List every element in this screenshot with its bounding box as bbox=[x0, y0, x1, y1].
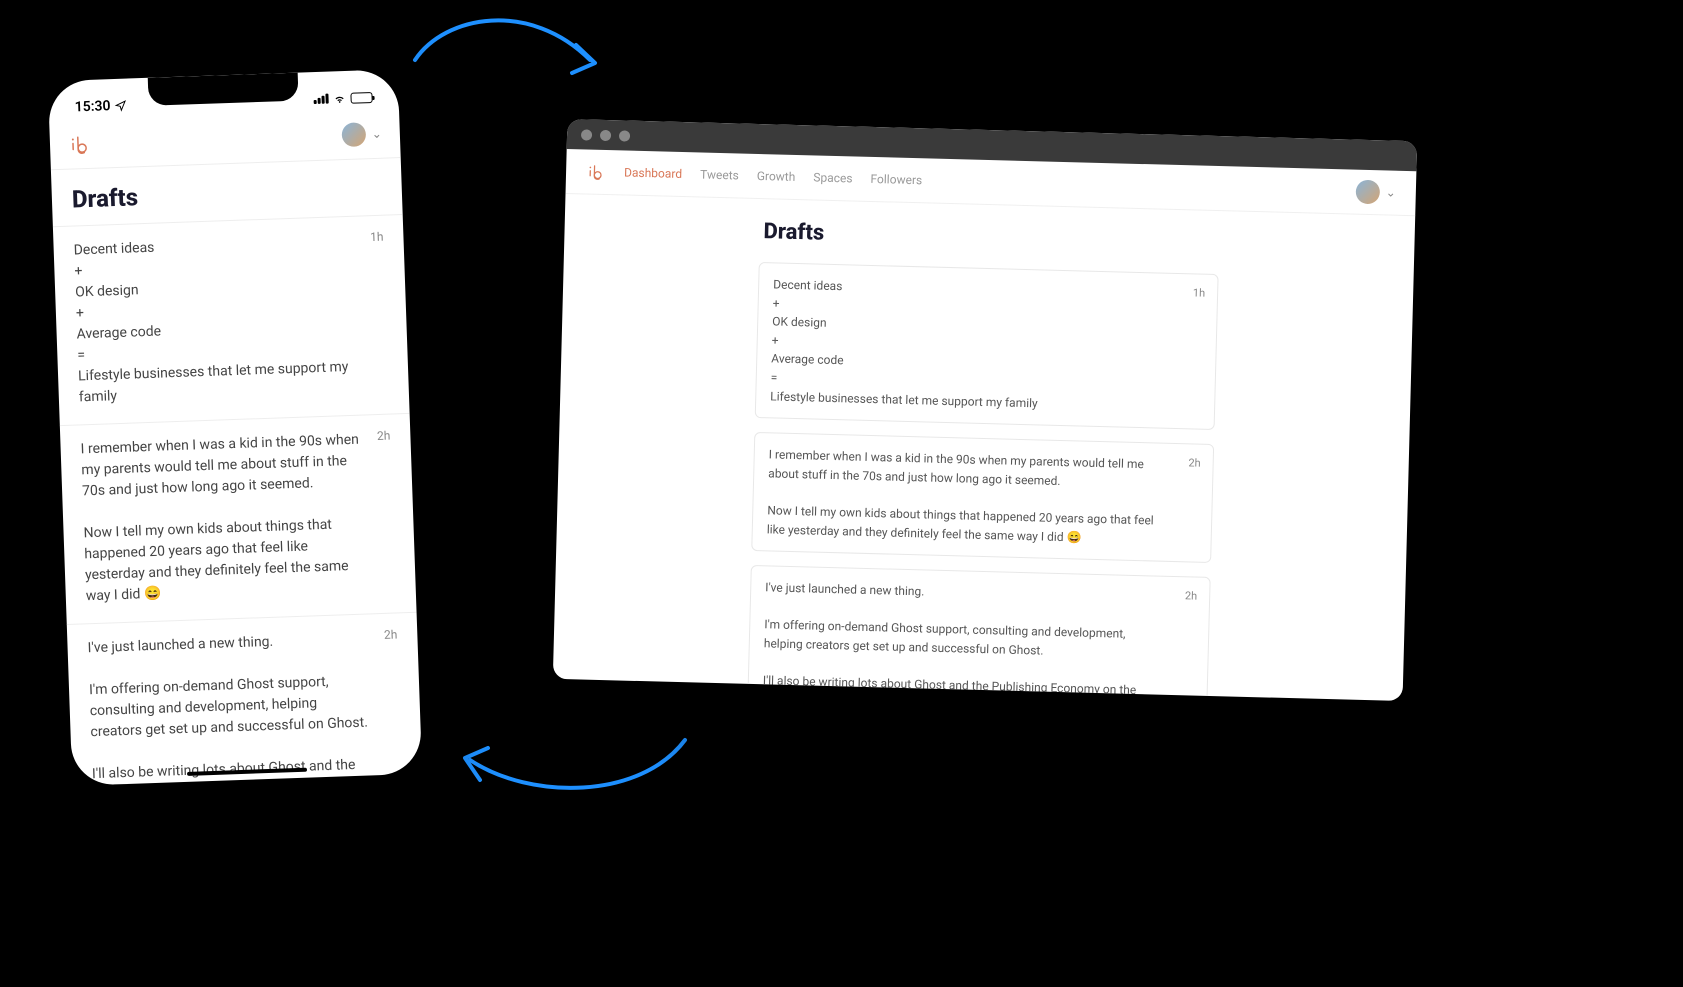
draft-time: 2h bbox=[384, 625, 398, 643]
status-time: 15:30 bbox=[74, 98, 110, 115]
signal-icon bbox=[313, 94, 328, 105]
arrow-bottom bbox=[440, 720, 700, 810]
draft-time: 2h bbox=[377, 427, 391, 445]
user-menu[interactable]: ⌄ bbox=[341, 122, 382, 147]
phone-screen: 15:30 ⌄ Drafts bbox=[48, 69, 422, 786]
traffic-light-close[interactable] bbox=[581, 129, 592, 140]
draft-time: 1h bbox=[1193, 284, 1206, 301]
desktop-content: Drafts 1h Decent ideas + OK design + Ave… bbox=[745, 199, 1220, 701]
draft-content: I've just launched a new thing. I'm offe… bbox=[761, 578, 1195, 701]
desktop-mockup: Dashboard Tweets Growth Spaces Followers… bbox=[553, 119, 1417, 701]
drafts-list: 1h Decent ideas + OK design + Average co… bbox=[53, 215, 422, 786]
nav-tweets[interactable]: Tweets bbox=[700, 167, 739, 182]
location-icon bbox=[114, 100, 126, 112]
user-menu[interactable]: ⌄ bbox=[1355, 180, 1396, 205]
chevron-down-icon: ⌄ bbox=[372, 127, 383, 141]
draft-item[interactable]: 1h Decent ideas + OK design + Average co… bbox=[53, 215, 410, 426]
traffic-light-maximize[interactable] bbox=[619, 130, 630, 141]
draft-content: I remember when I was a kid in the 90s w… bbox=[767, 446, 1199, 550]
draft-time: 1h bbox=[370, 228, 384, 246]
draft-content: Decent ideas + OK design + Average code … bbox=[73, 230, 389, 409]
wifi-icon bbox=[332, 91, 346, 105]
desktop-nav: Dashboard Tweets Growth Spaces Followers bbox=[586, 161, 923, 190]
arrow-top bbox=[400, 5, 610, 95]
avatar bbox=[341, 122, 366, 147]
draft-content: Decent ideas + OK design + Average code … bbox=[770, 275, 1203, 416]
app-logo bbox=[68, 132, 93, 157]
traffic-light-minimize[interactable] bbox=[600, 129, 611, 140]
nav-spaces[interactable]: Spaces bbox=[813, 170, 853, 185]
nav-dashboard[interactable]: Dashboard bbox=[624, 165, 682, 181]
draft-item[interactable]: 2h I've just launched a new thing. I'm o… bbox=[67, 613, 422, 786]
battery-icon bbox=[350, 92, 372, 104]
draft-time: 2h bbox=[1185, 587, 1198, 604]
draft-item[interactable]: 2h I remember when I was a kid in the 90… bbox=[60, 414, 417, 625]
app-logo bbox=[586, 161, 607, 182]
draft-content: I remember when I was a kid in the 90s w… bbox=[80, 429, 396, 608]
phone-notch bbox=[148, 73, 299, 106]
draft-item[interactable]: 1h Decent ideas + OK design + Average co… bbox=[755, 262, 1219, 430]
chevron-down-icon: ⌄ bbox=[1386, 185, 1396, 199]
nav-growth[interactable]: Growth bbox=[757, 169, 796, 184]
page-title: Drafts bbox=[759, 219, 1219, 256]
phone-mockup: 15:30 ⌄ Drafts bbox=[37, 59, 432, 796]
draft-item[interactable]: 2h I've just launched a new thing. I'm o… bbox=[746, 565, 1211, 701]
draft-content: I've just launched a new thing. I'm offe… bbox=[87, 627, 404, 785]
draft-item[interactable]: 2h I remember when I was a kid in the 90… bbox=[751, 432, 1214, 563]
avatar bbox=[1355, 180, 1380, 205]
nav-followers[interactable]: Followers bbox=[870, 172, 922, 187]
draft-time: 2h bbox=[1188, 455, 1201, 472]
